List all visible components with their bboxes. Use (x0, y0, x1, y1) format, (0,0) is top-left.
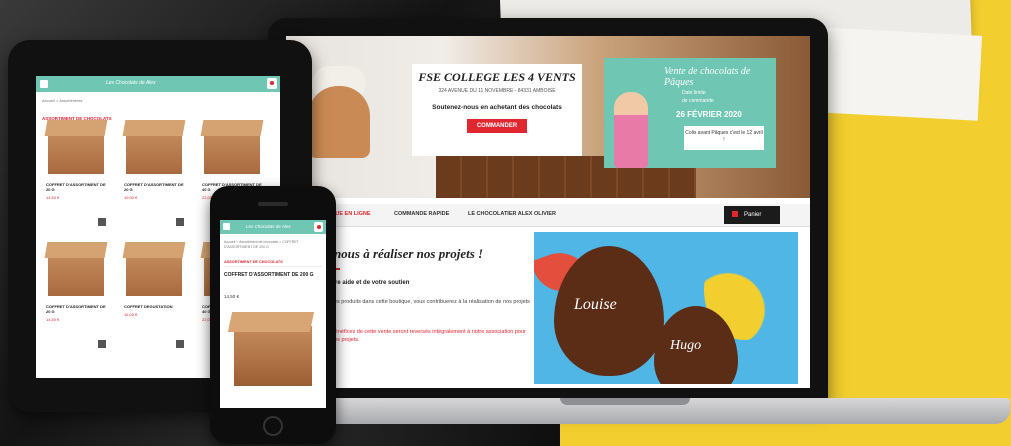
hero-banner: FSE COLLEGE LES 4 VENTS 324 AVENUE DU 11… (286, 36, 810, 198)
egg-2-name: Hugo (670, 338, 702, 353)
menu-icon[interactable] (40, 80, 48, 88)
tablet-logo[interactable]: Les Chocolats de Alex (106, 80, 156, 86)
product-price: 16,00 € (124, 312, 138, 317)
chocolate-box-image (126, 252, 182, 296)
hero-card: FSE COLLEGE LES 4 VENTS 324 AVENUE DU 11… (412, 64, 582, 156)
cart-label: Panier (744, 212, 762, 218)
cupcake-base (308, 86, 370, 158)
breadcrumb[interactable]: Accueil > Assortiments (42, 98, 82, 103)
order-button[interactable]: COMMANDER (466, 119, 528, 133)
nav-item-quick-order[interactable]: COMMANDE RAPIDE (394, 211, 449, 217)
cart-button[interactable]: Panier (724, 206, 780, 224)
breadcrumb[interactable]: Accueil > Assortiment de chocolats > COF… (224, 240, 320, 250)
panel-deadline-label-2: de commande (682, 98, 714, 104)
smartphone: Les Chocolats de Alex Accueil > Assortim… (210, 186, 336, 444)
panel-title: Vente de chocolats de Pâques (664, 66, 751, 88)
home-button[interactable] (263, 416, 283, 436)
panel-delivery-box: Colis avant Pâques c'est le 12 avril ! (684, 126, 764, 150)
product-card[interactable]: COFFRET DEGUSTATION 16,00 € (122, 246, 188, 356)
product-name: COFFRET DEGUSTATION (124, 304, 173, 309)
panel-date: 26 FÉVRIER 2020 (676, 110, 742, 119)
menu-icon[interactable] (223, 223, 230, 230)
product-name: COFFRET D'ASSORTIMENT DE 20 G (46, 182, 106, 192)
school-title: FSE COLLEGE LES 4 VENTS (418, 70, 576, 84)
easter-sale-panel: Vente de chocolats de Pâques Date limite… (604, 58, 776, 168)
panel-deadline-label: Date limite (682, 90, 706, 96)
chocolate-egg-1: Louise (554, 246, 664, 376)
hero-subtitle: Soutenez-nous en achetant des chocolats (432, 104, 562, 111)
chocolate-box-image (48, 252, 104, 296)
divider (224, 266, 322, 267)
cart-icon (732, 211, 738, 218)
add-to-cart-icon[interactable] (176, 218, 184, 226)
chocolate-box-image (234, 326, 312, 386)
chocolate-box-image (48, 130, 104, 174)
product-name: COFFRET D'ASSORTIMENT DE 20 G (124, 182, 184, 192)
main-nav: ⌂ BOUTIQUE EN LIGNE COMMANDE RAPIDE LE C… (286, 204, 810, 227)
cart-icon[interactable] (267, 78, 277, 89)
content-note-text: Tous les bénéfices de cette vente seront… (310, 329, 526, 343)
phone-speaker (258, 202, 288, 206)
phone-header: Les Chocolats de Alex (220, 220, 326, 234)
chocolate-box-image (204, 130, 260, 174)
phone-screen: Les Chocolats de Alex Accueil > Assortim… (220, 220, 326, 408)
laptop-screen: FSE COLLEGE LES 4 VENTS 324 AVENUE DU 11… (286, 36, 810, 388)
phone-logo[interactable]: Les Chocolats de Alex (246, 224, 291, 229)
school-address: 324 AVENUE DU 11 NOVEMBRE - 84331 AMBOIS… (438, 88, 556, 94)
product-card[interactable]: COFFRET D'ASSORTIMENT DE 20 G 14,50 € (44, 124, 110, 234)
add-to-cart-icon[interactable] (98, 218, 106, 226)
product-price: 14,50 € (46, 317, 60, 322)
add-to-cart-icon[interactable] (176, 340, 184, 348)
cart-icon[interactable] (314, 222, 323, 232)
product-price: 14,50 € (224, 294, 240, 299)
category-title: ASSORTIMENT DE CHOCOLATS (224, 260, 283, 264)
product-name: COFFRET D'ASSORTIMENT DE 20 G (46, 304, 106, 314)
nav-item-chocolatier[interactable]: LE CHOCOLATIER ALEX OLIVIER (468, 211, 556, 217)
product-price: 14,50 € (46, 195, 60, 200)
product-card[interactable]: COFFRET D'ASSORTIMENT DE 20 G 19,00 € (122, 124, 188, 234)
product-title: COFFRET D'ASSORTIMENT DE 200 G (224, 272, 314, 278)
laptop-notch (560, 398, 690, 405)
laptop: FSE COLLEGE LES 4 VENTS 324 AVENUE DU 11… (268, 18, 828, 406)
tablet-header: Les Chocolats de Alex (36, 76, 280, 92)
egg-1-name: Louise (574, 296, 617, 313)
product-card[interactable]: COFFRET D'ASSORTIMENT DE 20 G 14,50 € (44, 246, 110, 356)
girl-with-chocolate-image (614, 92, 648, 168)
product-price: 19,00 € (124, 195, 138, 200)
easter-eggs-image: Louise Hugo (534, 232, 798, 384)
chocolate-box-image (126, 130, 182, 174)
add-to-cart-icon[interactable] (98, 340, 106, 348)
